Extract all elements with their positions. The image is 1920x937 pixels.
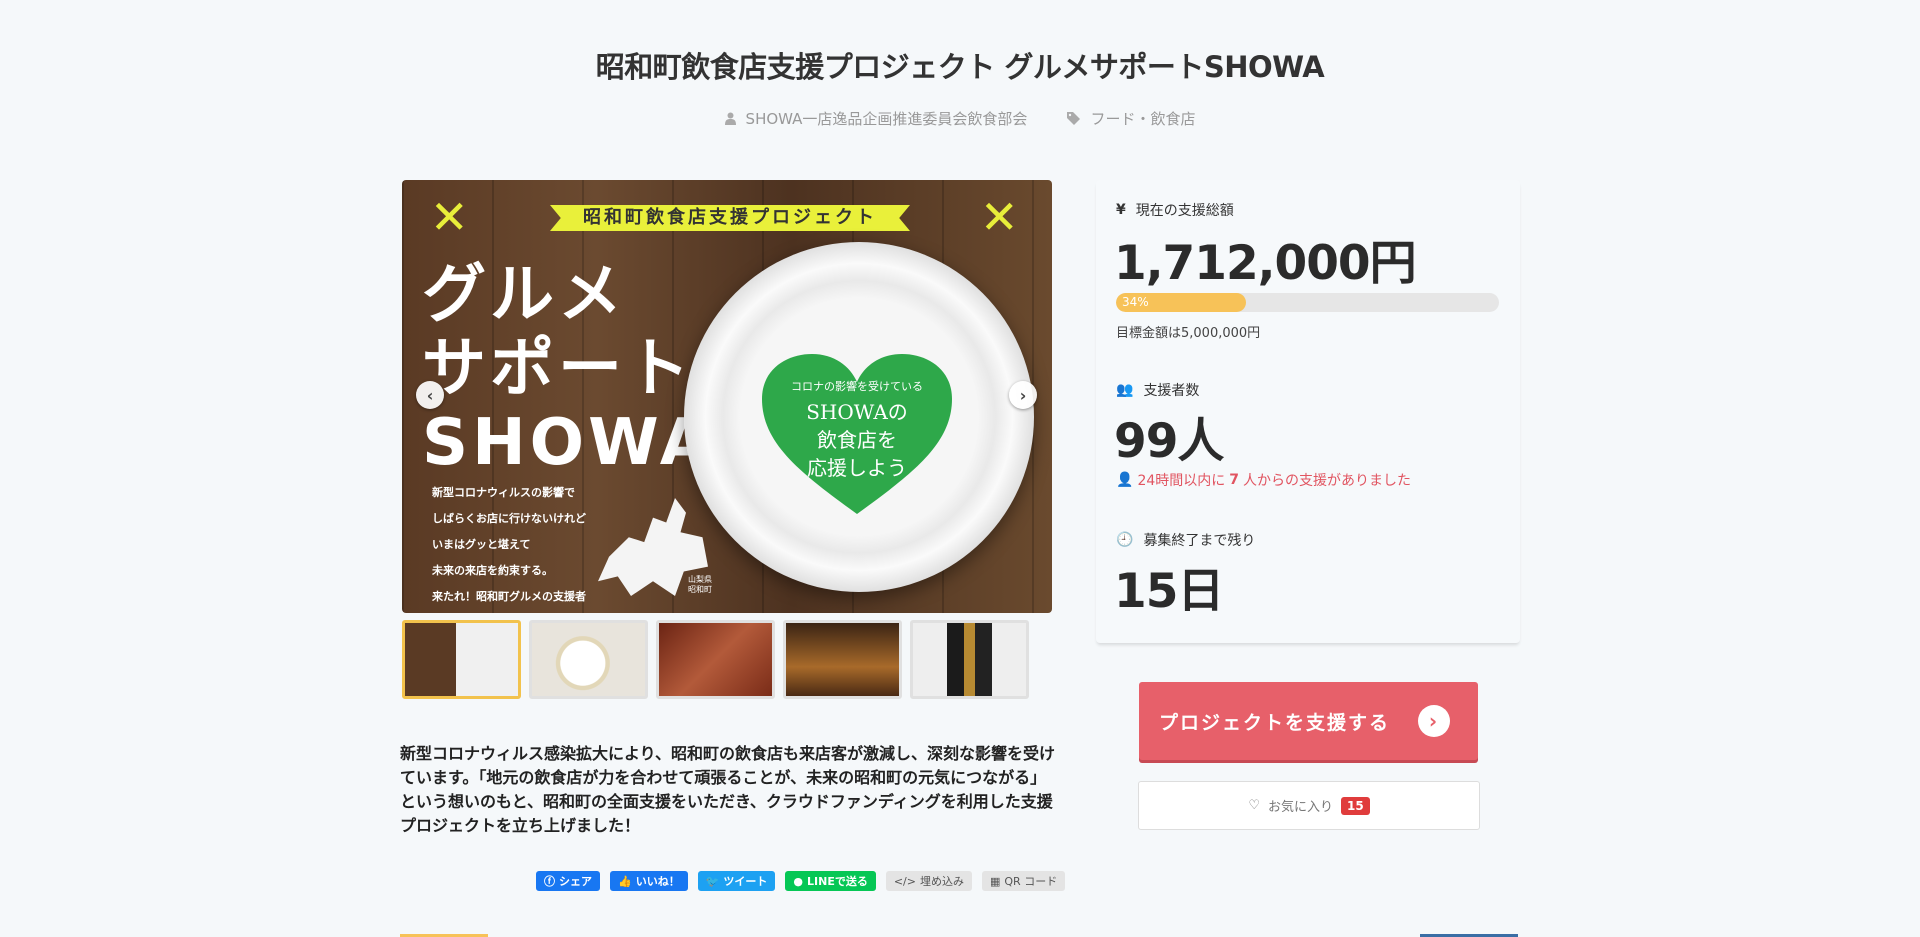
owner-link[interactable]: SHOWA一店逸品企画推進委員会飲食部会	[724, 108, 1028, 129]
amount-value: 1,712,000円	[1114, 236, 1417, 291]
owner-name: SHOWA一店逸品企画推進委員会飲食部会	[745, 110, 1028, 128]
support-button-label: プロジェクトを支援する	[1159, 711, 1391, 734]
facebook-share-button[interactable]: ⓕ シェア	[536, 871, 600, 891]
chevron-right-circle-icon: ›	[1418, 705, 1450, 737]
facebook-like-button[interactable]: 👍 いいね！	[610, 871, 688, 891]
progress-bar: 34%	[1116, 293, 1499, 312]
clock-icon: 🕘	[1116, 532, 1134, 548]
recent-count: 7	[1229, 472, 1240, 488]
recent-prefix: 24時間以内に	[1137, 473, 1226, 489]
cutlery-icon: ✕	[430, 190, 469, 244]
page-title: 昭和町飲食店支援プロジェクト グルメサポートSHOWA	[595, 50, 1325, 84]
qr-label: QR コード	[1004, 875, 1058, 888]
line-share-button[interactable]: ● LINEで送る	[785, 871, 876, 891]
thumbnail-4[interactable]	[783, 620, 902, 699]
facebook-icon: ⓕ	[544, 875, 555, 888]
thumbs-up-icon: 👍	[618, 874, 632, 888]
embed-button[interactable]: </> 埋め込み	[885, 871, 972, 891]
facebook-share-label: シェア	[559, 875, 592, 888]
supporters-value: 99人	[1114, 414, 1224, 469]
twitter-icon: 🐦	[705, 874, 720, 888]
favorite-count-badge: 15	[1340, 796, 1370, 815]
heart-icon: ♡	[1248, 798, 1260, 813]
embed-label: 埋め込み	[919, 875, 964, 888]
thumbnail-5[interactable]	[910, 620, 1029, 699]
favorite-label: お気に入り	[1267, 800, 1333, 815]
category-name: フード・飲食店	[1090, 110, 1196, 128]
supporters-label-text: 支援者数	[1143, 383, 1200, 399]
category-link[interactable]: フード・飲食店	[1067, 108, 1195, 129]
users-icon: 👥	[1116, 382, 1134, 398]
remaining-label-text: 募集終了まで残り	[1143, 533, 1256, 549]
code-icon: </>	[893, 874, 916, 888]
thumbnail-strip	[402, 620, 1029, 699]
chevron-left-icon: ‹	[426, 385, 434, 405]
amount-label: ¥ 現在の支援総額	[1116, 200, 1234, 220]
share-bar: ⓕ シェア 👍 いいね！ 🐦 ツイート ● LINEで送る </> 埋め込み ▦ QR コー…	[536, 871, 1066, 891]
like-label: いいね！	[635, 875, 680, 888]
thumbnail-2[interactable]	[529, 620, 648, 699]
tag-icon	[1067, 112, 1081, 125]
support-project-button[interactable]: プロジェクトを支援する ›	[1139, 682, 1478, 760]
tweet-button[interactable]: 🐦 ツイート	[697, 871, 776, 891]
line-icon: ●	[793, 874, 804, 888]
hero-headline: グルメ サポート SHOWA	[422, 258, 714, 480]
amount-label-text: 現在の支援総額	[1135, 203, 1234, 219]
goal-amount: 目標金額は5,000,000円	[1116, 326, 1261, 341]
supporters-label: 👥 支援者数	[1116, 380, 1199, 400]
user-clock-icon: 👤	[1116, 472, 1134, 488]
hero-body: 新型コロナウィルスの影響で しばらくお店に行けないけれど いまはグッと堪えて 未…	[432, 486, 586, 603]
hero-image: ✕ ✕ 昭和町飲食店支援プロジェクト グルメ サポート SHOWA 新型コロナウ…	[402, 180, 1052, 613]
carousel-prev-button[interactable]: ‹	[416, 381, 444, 409]
remaining-label: 🕘 募集終了まで残り	[1116, 530, 1255, 550]
cutlery-icon: ✕	[980, 190, 1019, 244]
qr-icon: ▦	[989, 874, 1001, 888]
yen-icon: ¥	[1116, 202, 1126, 218]
carousel-next-button[interactable]: ›	[1009, 381, 1037, 409]
recent-suffix: 人からの支援がありました	[1243, 473, 1412, 489]
map-label: 山梨県 昭和町	[688, 575, 712, 594]
favorite-button[interactable]: ♡ お気に入り 15	[1138, 781, 1480, 830]
line-label: LINEで送る	[807, 875, 868, 888]
hero-banner: 昭和町飲食店支援プロジェクト	[550, 205, 910, 231]
thumbnail-3[interactable]	[656, 620, 775, 699]
remaining-value: 15日	[1114, 564, 1224, 619]
project-description: 新型コロナウィルス感染拡大により、昭和町の飲食店も来店客が激減し、深刻な影響を受…	[400, 744, 1056, 835]
recent-support-notice: 👤 24時間以内に 7 人からの支援がありました	[1116, 470, 1411, 490]
chevron-right-icon: ›	[1019, 385, 1027, 405]
thumbnail-1[interactable]	[402, 620, 521, 699]
funding-status-card: ¥ 現在の支援総額 1,712,000円 34% 目標金額は5,000,000円…	[1096, 180, 1520, 643]
project-meta: SHOWA一店逸品企画推進委員会飲食部会 フード・飲食店	[0, 108, 1920, 129]
user-icon	[724, 112, 736, 125]
progress-fill: 34%	[1116, 293, 1247, 312]
tweet-label: ツイート	[723, 875, 768, 888]
qr-code-button[interactable]: ▦ QR コード	[981, 871, 1066, 891]
